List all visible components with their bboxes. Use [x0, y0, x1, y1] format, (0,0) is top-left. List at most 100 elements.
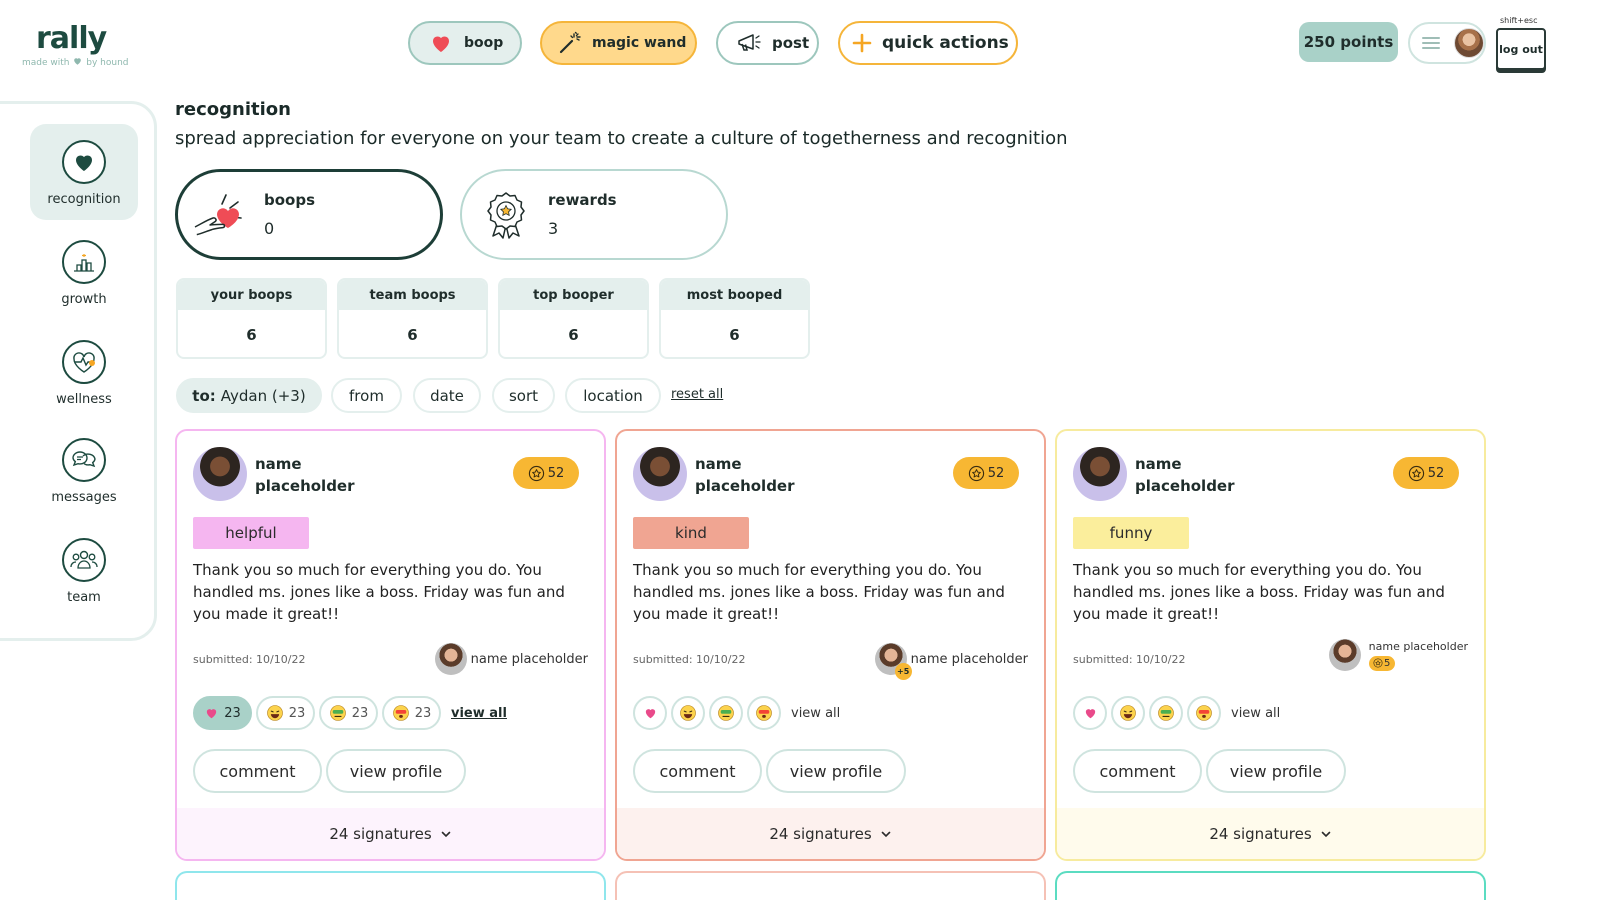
- recognition-card-peek: [615, 871, 1046, 900]
- reaction-heart[interactable]: [1073, 696, 1107, 730]
- page-subtitle: spread appreciation for everyone on your…: [175, 128, 1068, 149]
- reaction-laugh[interactable]: [671, 696, 705, 730]
- heartbeat-icon: [62, 340, 106, 384]
- reaction-bar: view all: [1073, 696, 1280, 730]
- sender-name: name placeholder: [470, 651, 588, 667]
- mini-stat-value: 6: [407, 325, 418, 344]
- reaction-heart[interactable]: [633, 696, 667, 730]
- submitted-date: submitted: 10/10/22: [633, 653, 746, 666]
- filter-sort[interactable]: sort: [492, 378, 555, 413]
- view-profile-button[interactable]: view profile: [326, 749, 466, 793]
- recipient-name[interactable]: name placeholder: [695, 453, 825, 497]
- sidebar-item-wellness[interactable]: wellness: [30, 324, 138, 420]
- sender-avatar: +5: [874, 643, 912, 680]
- rewards-stat-card[interactable]: rewards 3: [460, 169, 728, 260]
- recognition-card-peek: [175, 871, 606, 900]
- user-menu[interactable]: [1408, 22, 1486, 64]
- plus-icon: [852, 33, 872, 53]
- sidebar-item-messages[interactable]: messages: [30, 422, 138, 518]
- view-all-reactions-link[interactable]: view all: [791, 706, 840, 721]
- brand-tagline: made with by hound: [22, 56, 132, 68]
- badge-value: 52: [1427, 465, 1445, 481]
- sender-avatar: [434, 643, 467, 675]
- signatures-toggle[interactable]: 24 signatures: [177, 808, 604, 859]
- points-badge: 52: [513, 457, 579, 489]
- reset-all-link[interactable]: reset all: [671, 387, 723, 402]
- recognition-card: name placeholder 52 helpful Thank you so…: [175, 429, 606, 861]
- recipient-avatar[interactable]: [1073, 447, 1127, 501]
- reaction-omg[interactable]: 23: [382, 696, 441, 730]
- signatures-toggle[interactable]: 24 signatures: [1057, 808, 1484, 859]
- sender[interactable]: +5 name placeholder: [874, 643, 1028, 680]
- submitted-date: submitted: 10/10/22: [1073, 653, 1186, 666]
- megaphone-icon: [736, 31, 762, 55]
- comment-button[interactable]: comment: [193, 749, 322, 793]
- recipient-avatar[interactable]: [193, 447, 247, 501]
- quick-actions-button[interactable]: quick actions: [838, 21, 1018, 65]
- chevron-down-icon: [440, 828, 452, 840]
- rewards-value: 3: [548, 219, 559, 238]
- view-profile-button[interactable]: view profile: [1206, 749, 1346, 793]
- sidebar-item-label: wellness: [56, 392, 112, 407]
- rewards-label: rewards: [548, 191, 617, 209]
- reaction-count: 23: [414, 705, 432, 721]
- star-badge-icon: [968, 465, 985, 482]
- badge-value: 52: [547, 465, 565, 481]
- logout-button[interactable]: log out: [1496, 28, 1546, 70]
- view-all-reactions-link[interactable]: view all: [1231, 706, 1280, 721]
- mini-stat-value: 6: [729, 325, 740, 344]
- magic-wand-button-label: magic wand: [592, 35, 687, 51]
- reaction-wow[interactable]: 23: [319, 696, 378, 730]
- points-badge[interactable]: 250 points: [1299, 22, 1398, 62]
- boops-stat-card[interactable]: boops 0: [175, 169, 443, 260]
- recipient-avatar[interactable]: [633, 447, 687, 501]
- badge-value: 52: [987, 465, 1005, 481]
- tagline-post: by hound: [86, 58, 129, 68]
- sidebar-item-team[interactable]: team: [30, 522, 138, 618]
- brand-logo[interactable]: rally made with by hound: [22, 22, 132, 69]
- post-button-label: post: [772, 34, 810, 52]
- comment-button[interactable]: comment: [1073, 749, 1202, 793]
- post-button[interactable]: post: [716, 21, 819, 65]
- reaction-omg[interactable]: [747, 696, 781, 730]
- sidebar-item-recognition[interactable]: recognition: [30, 124, 138, 220]
- mini-stat-most-booped: most booped 6: [659, 278, 810, 359]
- points-badge: 52: [953, 457, 1019, 489]
- laugh-emoji-icon: [266, 704, 284, 722]
- filter-date[interactable]: date: [413, 378, 481, 413]
- sidebar-item-label: growth: [61, 292, 107, 307]
- magic-wand-button[interactable]: magic wand: [540, 21, 697, 65]
- wow-emoji-icon: [1157, 704, 1175, 722]
- recipient-name[interactable]: name placeholder: [1135, 453, 1265, 497]
- mini-stat-label: team boops: [339, 280, 486, 310]
- sender[interactable]: name placeholder: [434, 643, 588, 675]
- reaction-laugh[interactable]: [1111, 696, 1145, 730]
- sender-points-badge: 5: [1368, 655, 1395, 671]
- comment-button[interactable]: comment: [633, 749, 762, 793]
- view-profile-button[interactable]: view profile: [766, 749, 906, 793]
- boop-button[interactable]: boop: [408, 21, 522, 65]
- view-all-reactions-link[interactable]: view all: [451, 706, 507, 721]
- sidebar-item-growth[interactable]: growth: [30, 224, 138, 320]
- reaction-wow[interactable]: [709, 696, 743, 730]
- reaction-omg[interactable]: [1187, 696, 1221, 730]
- filter-to[interactable]: to: Aydan (+3): [176, 378, 322, 413]
- sender[interactable]: name placeholder 5: [1328, 639, 1468, 671]
- reaction-heart[interactable]: 23: [193, 696, 252, 730]
- mini-stat-label: top booper: [500, 280, 647, 310]
- recognition-card: name placeholder 52 funny Thank you so m…: [1055, 429, 1486, 861]
- user-avatar: [1454, 28, 1484, 58]
- star-badge-icon: [1408, 465, 1425, 482]
- omg-emoji-icon: [1195, 704, 1213, 722]
- omg-emoji-icon: [392, 704, 410, 722]
- chevron-down-icon: [880, 828, 892, 840]
- recipient-name[interactable]: name placeholder: [255, 453, 385, 497]
- filter-from[interactable]: from: [331, 378, 402, 413]
- reaction-wow[interactable]: [1149, 696, 1183, 730]
- reaction-laugh[interactable]: 23: [256, 696, 315, 730]
- filter-location[interactable]: location: [565, 378, 661, 413]
- sender-info: name placeholder 5: [1368, 640, 1468, 671]
- recognition-message: Thank you so much for everything you do.…: [1073, 561, 1445, 623]
- signatures-toggle[interactable]: 24 signatures: [617, 808, 1044, 859]
- star-badge-icon: [528, 465, 545, 482]
